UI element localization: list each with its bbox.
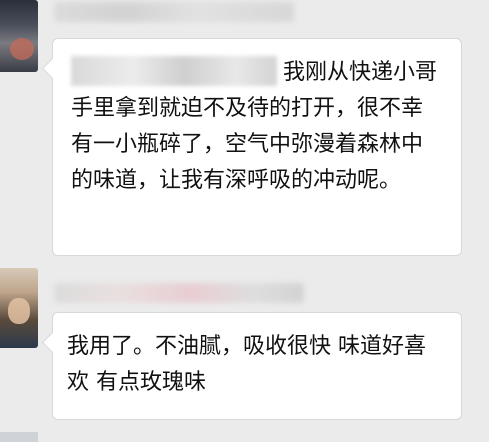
sender-nickname-redacted — [54, 2, 294, 22]
sender-avatar[interactable] — [0, 268, 38, 348]
chat-bottom-area — [0, 428, 489, 442]
message-bubble[interactable]: 我刚从快递小哥手里拿到就迫不及待的打开，很不幸有一小瓶碎了，空气中弥漫着森林中的… — [52, 38, 462, 256]
sender-avatar[interactable] — [0, 0, 38, 72]
redacted-text-block — [71, 56, 277, 86]
message-text: 我用了。不油腻，吸收很快 味道好喜欢 有点玫瑰味 — [67, 334, 426, 395]
message-bubble[interactable]: 我用了。不油腻，吸收很快 味道好喜欢 有点玫瑰味 — [52, 312, 462, 420]
next-avatar-edge — [0, 432, 38, 442]
sender-nickname-redacted — [54, 283, 304, 303]
